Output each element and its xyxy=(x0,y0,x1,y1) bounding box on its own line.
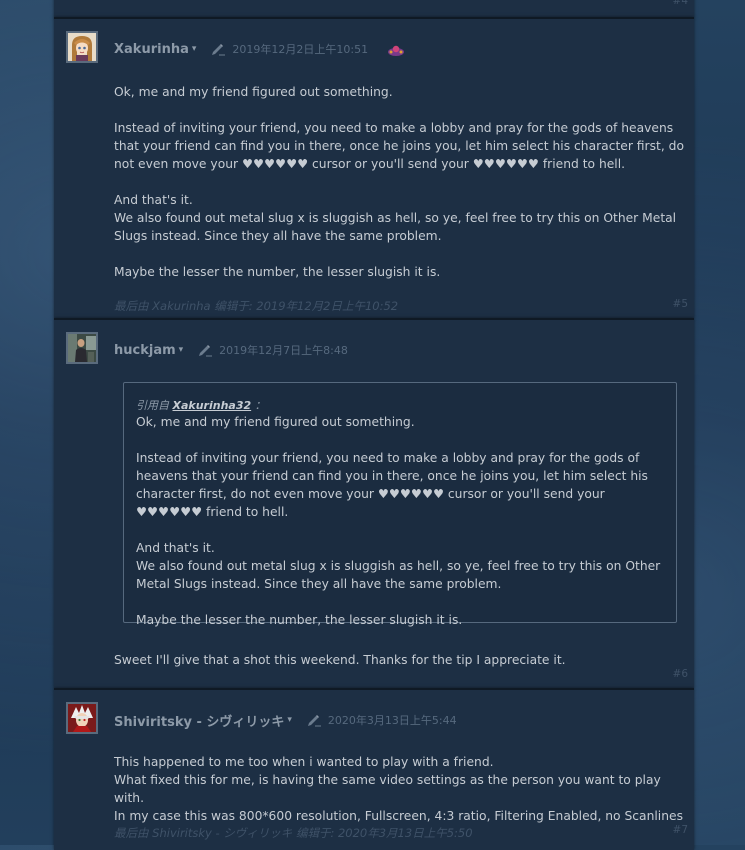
author-name[interactable]: huckjam xyxy=(114,343,176,358)
post-4: #4 xyxy=(54,0,694,18)
post-content: Ok, me and my friend figured out somethi… xyxy=(114,85,684,279)
author-name[interactable]: Shiviritsky - シヴィリッキ xyxy=(114,711,284,730)
chevron-down-icon[interactable]: ▾ xyxy=(192,44,197,54)
award-icon[interactable] xyxy=(386,42,406,56)
post-header: Xakurinha ▾ 2019年12月2日上午10:51 xyxy=(114,39,406,59)
post-header: Shiviritsky - シヴィリッキ ▾ 2020年3月13日上午5:44 xyxy=(114,710,457,730)
post-content: Sweet I'll give that a shot this weekend… xyxy=(114,653,566,667)
quote-prefix: 引用自 xyxy=(136,399,169,412)
quote-suffix: ： xyxy=(254,399,266,412)
quote-header: 引用自 Xakurinha32 ： xyxy=(136,397,266,413)
author-name[interactable]: Xakurinha xyxy=(114,42,189,57)
chevron-down-icon[interactable]: ▾ xyxy=(179,345,184,355)
post-number[interactable]: #5 xyxy=(673,298,688,310)
edited-note: 最后由 Xakurinha 编辑于: 2019年12月2日上午10:52 xyxy=(114,299,399,313)
post-content: This happened to me too when i wanted to… xyxy=(114,755,683,823)
quote-content: Ok, me and my friend figured out somethi… xyxy=(136,415,661,627)
edited-note: 最后由 Shiviritsky - シヴィリッキ 编辑于: 2020年3月13日… xyxy=(114,826,473,840)
post-6: huckjam ▾ 2019年12月7日上午8:48 引用自 Xakurinha… xyxy=(54,318,694,688)
quote-author-link[interactable]: Xakurinha32 xyxy=(173,399,252,412)
post-number[interactable]: #6 xyxy=(673,668,688,680)
post-7: Shiviritsky - シヴィリッキ ▾ 2020年3月13日上午5:44 … xyxy=(54,688,694,850)
post-timestamp[interactable]: 2019年12月7日上午8:48 xyxy=(219,342,348,358)
pencil-icon xyxy=(210,42,226,56)
post-header: huckjam ▾ 2019年12月7日上午8:48 xyxy=(114,340,348,360)
post-timestamp[interactable]: 2020年3月13日上午5:44 xyxy=(328,712,457,728)
chevron-down-icon[interactable]: ▾ xyxy=(287,715,292,725)
anime-girl-avatar-icon[interactable] xyxy=(66,31,98,63)
quote-block: 引用自 Xakurinha32 ： Ok, me and my friend f… xyxy=(123,382,677,627)
post-number[interactable]: #7 xyxy=(673,824,688,836)
post-number[interactable]: #4 xyxy=(673,0,688,7)
post-timestamp[interactable]: 2019年12月2日上午10:51 xyxy=(232,41,368,57)
ragna-avatar-icon[interactable] xyxy=(66,702,98,734)
discussion-thread: #4 Xakurinha ▾ 2019年12月2日上午10:51 Ok, me … xyxy=(54,0,694,850)
pencil-icon xyxy=(306,713,322,727)
pencil-icon xyxy=(197,343,213,357)
post-5: Xakurinha ▾ 2019年12月2日上午10:51 Ok, me and… xyxy=(54,17,694,318)
photo-avatar-icon[interactable] xyxy=(66,332,98,364)
